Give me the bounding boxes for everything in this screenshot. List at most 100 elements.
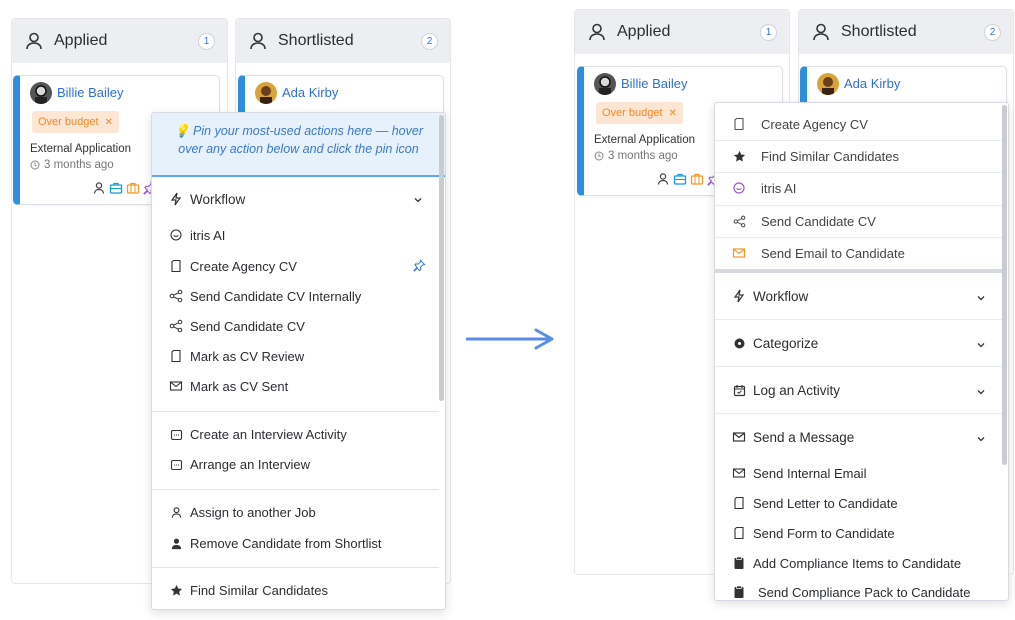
- menu-divider: [152, 489, 439, 490]
- job-icon[interactable]: [126, 181, 140, 200]
- menu-divider: [152, 567, 439, 568]
- column-header: Applied 1: [575, 10, 789, 54]
- group-categorize[interactable]: Categorize: [715, 328, 1008, 358]
- menu-item-label: Find Similar Candidates: [190, 582, 329, 598]
- menu-item-label: Assign to another Job: [190, 504, 316, 520]
- briefcase-icon[interactable]: [673, 172, 687, 191]
- tag-label: Over budget: [602, 107, 663, 119]
- person-icon[interactable]: [656, 172, 670, 191]
- menu-item-label: Add Compliance Items to Candidate: [753, 555, 962, 571]
- menu-item-label: Create Agency CV: [761, 116, 868, 132]
- menu-item-find-similar[interactable]: Find Similar Candidates: [152, 575, 445, 605]
- hint-line-1: 💡 Pin your most-used actions here — hove…: [173, 124, 423, 138]
- menu-item-send-internal-email[interactable]: Send Internal Email: [715, 458, 1008, 488]
- menu-scrollbar[interactable]: [439, 115, 444, 401]
- menu-item-create-agency-cv[interactable]: Create Agency CV: [152, 251, 445, 281]
- candidate-name-link[interactable]: Ada Kirby: [282, 85, 338, 100]
- menu-item-label: Send Candidate CV Internally: [190, 288, 362, 304]
- menu-item-add-compliance-items[interactable]: Add Compliance Items to Candidate: [715, 548, 1008, 578]
- share-icon: [168, 318, 184, 334]
- menu-item-mark-cv-sent[interactable]: Mark as CV Sent: [152, 371, 445, 401]
- chevron-down-icon: [413, 193, 423, 208]
- lightbulb-icon: 💡: [173, 124, 194, 138]
- job-icon[interactable]: [690, 172, 704, 191]
- clock-icon: [30, 160, 40, 170]
- group-label: Workflow: [753, 288, 809, 304]
- pinned-item-find-similar[interactable]: Find Similar Candidates: [715, 141, 1008, 171]
- menu-item-send-cv-internally[interactable]: Send Candidate CV Internally: [152, 281, 445, 311]
- menu-item-send-candidate-cv[interactable]: Send Candidate CV: [152, 311, 445, 341]
- menu-item-label: Create Agency CV: [190, 258, 297, 274]
- calendar-icon: [168, 426, 184, 442]
- document-icon: [731, 525, 747, 541]
- clipboard-icon: [731, 584, 747, 600]
- pin-hint: 💡 Pin your most-used actions here — hove…: [152, 113, 445, 177]
- actions-menu: 💡 Pin your most-used actions here — hove…: [151, 112, 446, 610]
- chat-icon: [731, 180, 747, 196]
- candidate-name-link[interactable]: Ada Kirby: [844, 76, 900, 91]
- person-icon: [248, 31, 268, 51]
- briefcase-icon[interactable]: [109, 181, 123, 200]
- menu-item-arrange-interview[interactable]: Arrange an Interview: [152, 449, 445, 479]
- application-source: External Application: [594, 134, 696, 146]
- remove-tag-icon[interactable]: ✕: [669, 108, 677, 119]
- share-icon: [731, 213, 747, 229]
- menu-item-assign-job[interactable]: Assign to another Job: [152, 497, 445, 527]
- group-label: Log an Activity: [753, 382, 841, 398]
- group-log-activity[interactable]: Log an Activity: [715, 375, 1008, 405]
- column-count-badge: 2: [421, 32, 438, 50]
- applied-time-text: 3 months ago: [608, 150, 678, 162]
- clock-icon: [594, 151, 604, 161]
- menu-item-itris-ai[interactable]: itris AI: [152, 220, 445, 250]
- envelope-icon: [731, 245, 747, 261]
- group-send-message[interactable]: Send a Message: [715, 422, 1008, 452]
- chevron-down-icon: [976, 338, 986, 353]
- row-divider: [715, 413, 1002, 414]
- pinned-item-send-email[interactable]: Send Email to Candidate: [715, 238, 1008, 268]
- menu-divider: [152, 411, 439, 412]
- menu-item-create-interview[interactable]: Create an Interview Activity: [152, 419, 445, 449]
- chevron-down-icon: [976, 291, 986, 306]
- board-after: Applied 1 Shortlisted 2 Billie Bailey Ov…: [560, 0, 1015, 620]
- candidate-name-link[interactable]: Billie Bailey: [57, 85, 123, 100]
- avatar: [817, 73, 839, 95]
- pinned-item-create-agency-cv[interactable]: Create Agency CV: [715, 109, 1008, 139]
- share-icon: [168, 288, 184, 304]
- document-icon: [731, 116, 747, 132]
- group-workflow[interactable]: Workflow: [152, 184, 445, 214]
- menu-item-send-compliance-pack[interactable]: Send Compliance Pack to Candidate: [715, 577, 1008, 600]
- card-actions: [92, 181, 157, 200]
- column-count-badge: 1: [198, 32, 215, 50]
- menu-item-mark-cv-review[interactable]: Mark as CV Review: [152, 341, 445, 371]
- applied-time: 3 months ago: [30, 159, 114, 171]
- menu-item-label: itris AI: [761, 180, 797, 196]
- column-count-badge: 1: [760, 23, 777, 41]
- over-budget-tag: Over budget ✕: [32, 111, 119, 133]
- clipboard-icon: [731, 555, 747, 571]
- person-icon: [811, 22, 831, 42]
- pinned-item-send-candidate-cv[interactable]: Send Candidate CV: [715, 206, 1008, 236]
- menu-item-label: itris AI: [190, 227, 226, 243]
- column-title: Shortlisted: [841, 23, 917, 40]
- remove-tag-icon[interactable]: ✕: [105, 117, 113, 128]
- menu-item-send-form[interactable]: Send Form to Candidate: [715, 518, 1008, 548]
- menu-item-label: Mark as CV Sent: [190, 378, 289, 394]
- menu-item-label: Mark as CV Review: [190, 348, 305, 364]
- group-label: Workflow: [190, 191, 246, 207]
- menu-item-send-letter[interactable]: Send Letter to Candidate: [715, 488, 1008, 518]
- menu-item-remove-shortlist[interactable]: Remove Candidate from Shortlist: [152, 528, 445, 558]
- candidate-name-link[interactable]: Billie Bailey: [621, 76, 687, 91]
- board-before: Applied 1 Shortlisted 2 Billie Bailey Ov…: [0, 0, 460, 620]
- person-remove-icon: [168, 535, 184, 551]
- pin-icon[interactable]: [413, 259, 426, 275]
- person-icon[interactable]: [92, 181, 106, 200]
- arrow-right-icon: [466, 328, 554, 350]
- chat-icon: [168, 227, 184, 243]
- pinned-item-itris-ai[interactable]: itris AI: [715, 173, 1008, 203]
- group-workflow[interactable]: Workflow: [715, 281, 1008, 311]
- menu-scrollbar[interactable]: [1002, 105, 1007, 465]
- document-icon: [731, 495, 747, 511]
- menu-item-label: Send Candidate CV: [761, 213, 876, 229]
- tag-label: Over budget: [38, 116, 99, 128]
- menu-item-label: Remove Candidate from Shortlist: [190, 535, 382, 551]
